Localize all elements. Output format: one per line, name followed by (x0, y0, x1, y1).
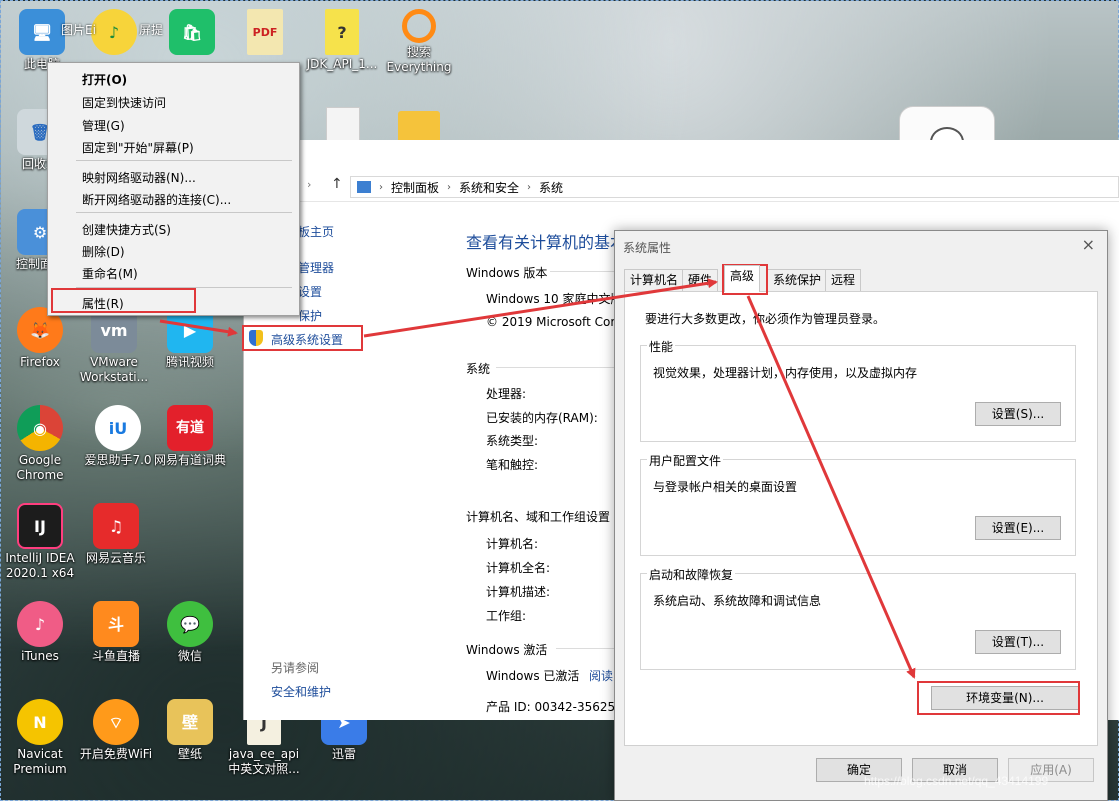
annotation-arrows (159, 278, 916, 679)
arrow-to-advanced-settings (159, 319, 238, 337)
watermark-text: https://blog.csdn.net/qq_43414199 (864, 774, 1049, 788)
arrow-to-env-variables (746, 295, 916, 679)
tab-advanced[interactable]: 高级 (724, 265, 761, 292)
arrow-to-advanced-tab (363, 278, 718, 338)
